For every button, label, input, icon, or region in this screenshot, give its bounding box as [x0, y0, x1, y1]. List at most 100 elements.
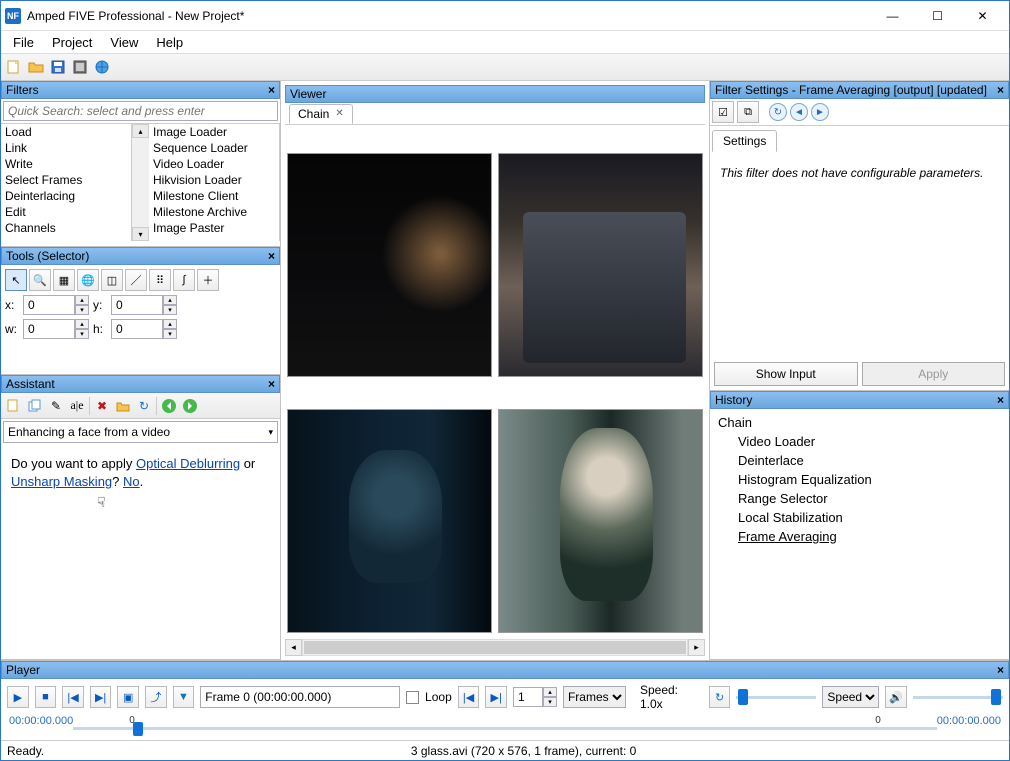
- selector-tool-icon[interactable]: ↖: [5, 269, 27, 291]
- list-item[interactable]: Link: [1, 140, 131, 156]
- grid-tool-icon[interactable]: ⠿: [149, 269, 171, 291]
- assist-back-icon[interactable]: [160, 397, 178, 415]
- list-item[interactable]: Hikvision Loader: [149, 172, 279, 188]
- category-scrollbar[interactable]: ▴▾: [132, 124, 149, 241]
- assistant-mode-select[interactable]: Enhancing a face from a video ▾: [3, 421, 278, 443]
- stop-button[interactable]: ■: [35, 686, 57, 708]
- marker-button[interactable]: ▼: [173, 686, 195, 708]
- list-item[interactable]: Image Paster: [149, 220, 279, 236]
- picture-tool-icon[interactable]: ▦: [53, 269, 75, 291]
- volume-slider[interactable]: [913, 687, 1003, 707]
- show-input-button[interactable]: Show Input: [714, 362, 858, 386]
- link-no[interactable]: No: [123, 474, 140, 489]
- marquee-tool-icon[interactable]: ◫: [101, 269, 123, 291]
- w-spinner[interactable]: ▴▾: [75, 319, 89, 339]
- list-item[interactable]: Milestone Client: [149, 188, 279, 204]
- menu-project[interactable]: Project: [44, 33, 100, 52]
- history-item[interactable]: Histogram Equalization: [718, 470, 1001, 489]
- tools-close-icon[interactable]: ×: [268, 249, 275, 263]
- link-unsharp-masking[interactable]: Unsharp Masking: [11, 474, 112, 489]
- assist-copy-icon[interactable]: [26, 397, 44, 415]
- assist-open-icon[interactable]: [114, 397, 132, 415]
- scroll-right-icon[interactable]: ▸: [688, 639, 705, 656]
- history-item[interactable]: Local Stabilization: [718, 508, 1001, 527]
- history-item[interactable]: Video Loader: [718, 432, 1001, 451]
- globe-tool-icon[interactable]: 🌐: [77, 269, 99, 291]
- frames-spinner[interactable]: ▴▾: [543, 687, 557, 707]
- viewer-image-1[interactable]: [287, 153, 492, 377]
- settings-tab[interactable]: Settings: [712, 130, 777, 152]
- frame-display-input[interactable]: [200, 686, 400, 708]
- h-input[interactable]: [111, 319, 163, 339]
- menu-view[interactable]: View: [102, 33, 146, 52]
- assist-new-icon[interactable]: [5, 397, 23, 415]
- history-item-selected[interactable]: Frame Averaging: [718, 527, 1001, 546]
- viewer-image-3[interactable]: [287, 409, 492, 633]
- prev-frame-button[interactable]: |◀: [62, 686, 84, 708]
- y-input[interactable]: [111, 295, 163, 315]
- filter-item-list[interactable]: Image Loader Sequence Loader Video Loade…: [149, 124, 280, 241]
- filters-close-icon[interactable]: ×: [268, 83, 275, 97]
- viewer-image-4[interactable]: [498, 409, 703, 633]
- open-folder-icon[interactable]: [27, 58, 45, 76]
- filter-category-list[interactable]: Load Link Write Select Frames Deinterlac…: [1, 124, 132, 241]
- history-root[interactable]: Chain: [718, 413, 1001, 432]
- menu-file[interactable]: File: [5, 33, 42, 52]
- minimize-button[interactable]: —: [870, 1, 915, 30]
- filter-settings-close-icon[interactable]: ×: [997, 83, 1004, 97]
- audio-button[interactable]: 🔊: [885, 686, 907, 708]
- curve-tool-icon[interactable]: ∫: [173, 269, 195, 291]
- frames-spinner-input[interactable]: [513, 687, 543, 707]
- assist-text-icon[interactable]: a|e: [68, 397, 86, 415]
- h-spinner[interactable]: ▴▾: [163, 319, 177, 339]
- list-item[interactable]: Deinterlacing: [1, 188, 131, 204]
- frames-unit-select[interactable]: Frames: [563, 686, 626, 708]
- list-item[interactable]: Milestone Archive: [149, 204, 279, 220]
- viewer-image-2[interactable]: [498, 153, 703, 377]
- history-item[interactable]: Range Selector: [718, 489, 1001, 508]
- list-item[interactable]: Write: [1, 156, 131, 172]
- fs-refresh-icon[interactable]: ↻: [769, 103, 787, 121]
- line-tool-icon[interactable]: ／: [125, 269, 147, 291]
- close-button[interactable]: ✕: [960, 1, 1005, 30]
- list-item[interactable]: Load: [1, 124, 131, 140]
- speed-select[interactable]: Speed: [822, 686, 879, 708]
- w-input[interactable]: [23, 319, 75, 339]
- list-item[interactable]: Select Frames: [1, 172, 131, 188]
- film-icon[interactable]: [71, 58, 89, 76]
- fs-copy-icon[interactable]: ⧉: [737, 101, 759, 123]
- viewer-hscrollbar[interactable]: ◂ ▸: [285, 639, 705, 656]
- export-button[interactable]: ⤴: [145, 686, 167, 708]
- list-item[interactable]: Video Loader: [149, 156, 279, 172]
- player-close-icon[interactable]: ×: [997, 663, 1004, 677]
- scroll-left-icon[interactable]: ◂: [285, 639, 302, 656]
- menu-help[interactable]: Help: [148, 33, 191, 52]
- assist-refresh-icon[interactable]: ↻: [135, 397, 153, 415]
- list-item[interactable]: Edit: [1, 204, 131, 220]
- fs-forward-icon[interactable]: ►: [811, 103, 829, 121]
- x-spinner[interactable]: ▴▾: [75, 295, 89, 315]
- y-spinner[interactable]: ▴▾: [163, 295, 177, 315]
- link-optical-deblurring[interactable]: Optical Deblurring: [136, 456, 240, 471]
- assistant-close-icon[interactable]: ×: [268, 377, 275, 391]
- fs-checkbox-icon[interactable]: ☑: [712, 101, 734, 123]
- loop-checkbox[interactable]: [406, 691, 419, 704]
- filters-search-input[interactable]: [3, 101, 278, 121]
- fs-back-icon[interactable]: ◄: [790, 103, 808, 121]
- add-tool-icon[interactable]: ＋: [197, 269, 219, 291]
- assist-edit-icon[interactable]: ✎: [47, 397, 65, 415]
- history-item[interactable]: Deinterlace: [718, 451, 1001, 470]
- maximize-button[interactable]: ☐: [915, 1, 960, 30]
- play-button[interactable]: ▶: [7, 686, 29, 708]
- list-item[interactable]: Image Loader: [149, 124, 279, 140]
- skip-back-button[interactable]: |◀: [458, 686, 480, 708]
- viewer-tab-chain[interactable]: Chain ✕: [289, 104, 353, 124]
- assist-forward-icon[interactable]: [181, 397, 199, 415]
- list-item[interactable]: Sequence Loader: [149, 140, 279, 156]
- next-frame-button[interactable]: ▶|: [90, 686, 112, 708]
- assist-delete-icon[interactable]: ✖: [93, 397, 111, 415]
- zoom-tool-icon[interactable]: 🔍: [29, 269, 51, 291]
- x-input[interactable]: [23, 295, 75, 315]
- speed-reset-button[interactable]: ↻: [709, 686, 731, 708]
- tab-close-icon[interactable]: ✕: [335, 108, 343, 119]
